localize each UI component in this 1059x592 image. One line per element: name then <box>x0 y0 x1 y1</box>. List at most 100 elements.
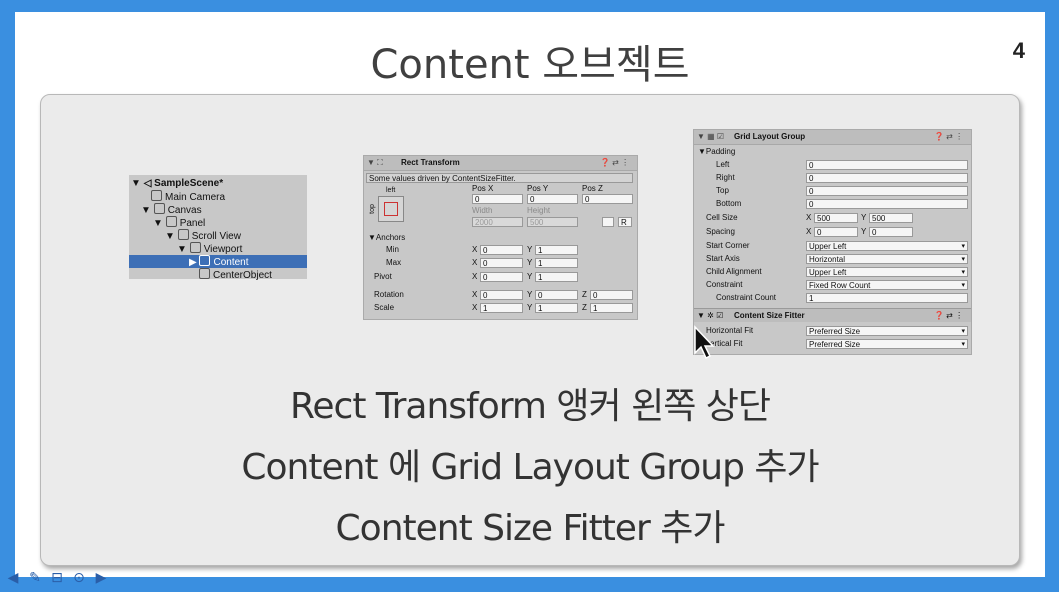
anchors-foldout: ▼Anchors <box>368 233 406 242</box>
gameobject-icon <box>199 255 211 266</box>
max-label: Max <box>386 258 402 267</box>
gameobject-icon <box>151 190 162 201</box>
more-icon: ⊙ <box>73 570 85 586</box>
pivot-label: Pivot <box>374 272 392 281</box>
slide: Content 오브젝트 4 ▼ ◁ SampleScene* Main Cam… <box>15 12 1045 577</box>
col-label: Pos Z <box>582 184 603 193</box>
cell-size-x-field: 500 <box>814 213 858 223</box>
component-title: Grid Layout Group <box>734 132 806 141</box>
pivot-x-field: 0 <box>480 272 523 282</box>
padding-left-label: Left <box>716 160 730 169</box>
child-alignment-label: Child Alignment <box>706 267 762 276</box>
start-corner-dropdown: Upper Left <box>806 241 968 251</box>
constraint-label: Constraint <box>706 280 743 289</box>
axis-label: X <box>472 245 478 254</box>
content-panel: ▼ ◁ SampleScene* Main Camera ▼ Canvas ▼ … <box>40 94 1020 566</box>
page-number: 4 <box>1012 38 1025 63</box>
padding-top-label: Top <box>716 186 729 195</box>
constraint-count-field: 1 <box>806 293 968 303</box>
col-label: Pos X <box>472 184 494 193</box>
width-field: 2000 <box>472 217 523 227</box>
help-icon: ❓ ⇄ ⋮ <box>934 132 964 141</box>
axis-label: Y <box>527 258 533 267</box>
gameobject-icon <box>189 242 201 253</box>
scale-label: Scale <box>374 303 395 312</box>
pen-icon: ✎ <box>29 570 41 586</box>
start-axis-label: Start Axis <box>706 254 740 263</box>
col-label: Pos Y <box>527 184 549 193</box>
axis-label: Y <box>527 290 533 299</box>
prev-slide-button[interactable]: ◀ <box>4 569 22 587</box>
gameobject-icon <box>177 229 189 240</box>
axis-label: X <box>472 258 478 267</box>
axis-label: X <box>472 272 478 281</box>
rotation-y-field: 0 <box>535 290 578 300</box>
padding-bottom-field: 0 <box>806 199 968 209</box>
arrow-left-icon: ◀ <box>7 570 19 586</box>
rotation-x-field: 0 <box>480 290 523 300</box>
axis-label: Z <box>582 290 587 299</box>
hierarchy-item: ▼ Canvas <box>141 203 202 216</box>
grid-layout-screenshot: ▼ ▦ ☑ Grid Layout Group ❓ ⇄ ⋮ ▼Padding L… <box>693 129 972 355</box>
padding-bottom-label: Bottom <box>716 199 742 208</box>
slides-icon: ⊟ <box>51 570 63 586</box>
component-header: ▼ ✲ ☑ Content Size Fitter ❓ ⇄ ⋮ <box>694 309 971 322</box>
padding-right-field: 0 <box>806 173 968 183</box>
component-title: Rect Transform <box>401 158 460 167</box>
rotation-label: Rotation <box>374 290 404 299</box>
hierarchy-item: CenterObject <box>199 268 272 281</box>
scale-y-field: 1 <box>535 303 578 313</box>
height-label: Height <box>527 206 551 215</box>
spacing-x-field: 0 <box>814 227 858 237</box>
next-slide-button[interactable]: ▶ <box>92 569 110 587</box>
hierarchy-item: Main Camera <box>151 190 225 203</box>
hierarchy-item: ▼ Panel <box>153 216 206 229</box>
rotation-z-field: 0 <box>590 290 633 300</box>
hierarchy-item: ▼ Scroll View <box>165 229 241 242</box>
height-field: 500 <box>527 217 578 227</box>
cell-size-label: Cell Size <box>706 213 738 222</box>
axis-label: Y <box>527 272 533 281</box>
min-y-field: 1 <box>535 245 578 255</box>
slides-button[interactable]: ⊟ <box>48 569 66 587</box>
caption-line: Content Size Fitter 추가 <box>335 508 726 549</box>
max-y-field: 1 <box>535 258 578 268</box>
hierarchy-item: ▼ Viewport <box>177 242 243 255</box>
rect-transform-screenshot: ▼ ⛶ Rect Transform ❓ ⇄ ⋮ Some values dri… <box>363 155 638 320</box>
axis-label: X <box>472 303 478 312</box>
anchor-label: left <box>386 187 396 194</box>
more-button[interactable]: ⊙ <box>70 569 88 587</box>
cell-size-y-field: 500 <box>869 213 913 223</box>
help-icon: ❓ ⇄ ⋮ <box>600 158 630 167</box>
anchor-label: top <box>368 204 376 214</box>
gameobject-icon <box>165 216 177 227</box>
padding-top-field: 0 <box>806 186 968 196</box>
padding-foldout: ▼Padding <box>698 147 736 156</box>
caption-line: Content 에 Grid Layout Group 추가 <box>241 447 819 488</box>
pos-y-field: 0 <box>527 194 578 204</box>
axis-label: Y <box>527 303 533 312</box>
padding-right-label: Right <box>716 173 735 182</box>
axis-label: Y <box>527 245 533 254</box>
hierarchy-item: ▼ ◁ SampleScene* <box>131 178 224 189</box>
foldout-icon: ▼ ⛶ <box>367 158 383 167</box>
gameobject-icon <box>199 268 210 279</box>
axis-label: Z <box>582 303 587 312</box>
width-label: Width <box>472 206 493 215</box>
component-header: ▼ ⛶ Rect Transform ❓ ⇄ ⋮ <box>364 156 637 171</box>
spacing-y-field: 0 <box>869 227 913 237</box>
constraint-count-label: Constraint Count <box>716 293 777 302</box>
component-title: Content Size Fitter <box>734 311 805 320</box>
hierarchy-item-selected: ▶ Content <box>129 255 307 268</box>
component-header: ▼ ▦ ☑ Grid Layout Group ❓ ⇄ ⋮ <box>694 130 971 145</box>
notice-box: Some values driven by ContentSizeFitter. <box>366 173 633 183</box>
mouse-cursor-icon <box>694 325 715 360</box>
pivot-y-field: 1 <box>535 272 578 282</box>
max-x-field: 0 <box>480 258 523 268</box>
padding-left-field: 0 <box>806 160 968 170</box>
raw-edit-button: R <box>618 217 632 227</box>
start-axis-dropdown: Horizontal <box>806 254 968 264</box>
spacing-label: Spacing <box>706 227 735 236</box>
foldout-icon: ▼ ▦ ☑ <box>697 132 725 141</box>
pen-button[interactable]: ✎ <box>26 569 44 587</box>
